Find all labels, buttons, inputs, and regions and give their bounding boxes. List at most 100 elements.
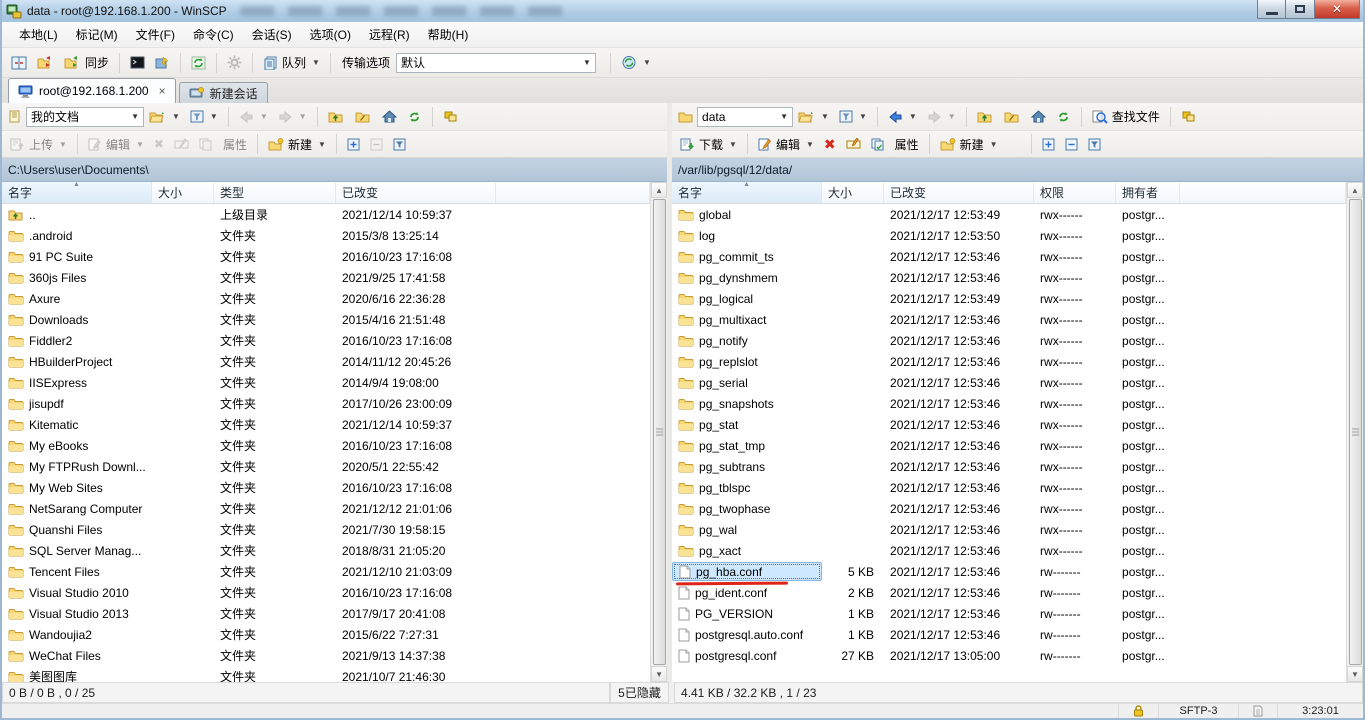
minimize-button[interactable] <box>1257 0 1286 19</box>
remote-file-row[interactable]: pg_dynshmem2021/12/17 12:53:46rwx------p… <box>672 267 1346 288</box>
local-path-bar[interactable]: C:\Users\user\Documents\ <box>2 158 667 182</box>
local-file-row[interactable]: Axure文件夹2020/6/16 22:36:28 <box>2 288 650 309</box>
remote-file-row[interactable]: pg_replslot2021/12/17 12:53:46rwx------p… <box>672 351 1346 372</box>
remote-file-row[interactable]: pg_stat_tmp2021/12/17 12:53:46rwx------p… <box>672 435 1346 456</box>
local-header-name[interactable]: 名字▲ <box>2 182 152 203</box>
remote-file-row[interactable]: pg_serial2021/12/17 12:53:46rwx------pos… <box>672 372 1346 393</box>
local-file-row[interactable]: Visual Studio 2013文件夹2017/9/17 20:41:08 <box>2 603 650 624</box>
remote-filter-toggle-button[interactable] <box>1083 135 1106 154</box>
remote-file-row[interactable]: pg_logical2021/12/17 12:53:49rwx------po… <box>672 288 1346 309</box>
scroll-down-icon[interactable]: ▼ <box>1347 666 1363 682</box>
layout-button[interactable] <box>6 53 32 73</box>
tab-session-root[interactable]: root@192.168.1.200 × <box>8 78 176 103</box>
local-file-row[interactable]: 91 PC Suite文件夹2016/10/23 17:16:08 <box>2 246 650 267</box>
scroll-up-icon[interactable]: ▲ <box>1347 182 1363 198</box>
remote-back-button[interactable]: ▼ <box>883 108 922 126</box>
remote-expand-button[interactable] <box>1037 135 1060 154</box>
local-file-row[interactable]: Downloads文件夹2015/4/16 21:51:48 <box>2 309 650 330</box>
scroll-thumb[interactable] <box>1349 199 1362 665</box>
remote-home-button[interactable] <box>1026 107 1051 126</box>
remote-file-row[interactable]: pg_tblspc2021/12/17 12:53:46rwx------pos… <box>672 477 1346 498</box>
local-file-row[interactable]: My Web Sites文件夹2016/10/23 17:16:08 <box>2 477 650 498</box>
terminal-button[interactable] <box>125 53 150 72</box>
remote-collapse-button[interactable] <box>1060 135 1083 154</box>
local-directory-combo[interactable]: 我的文档 ▼ <box>26 107 144 127</box>
remote-filter-button[interactable]: ▼ <box>834 107 872 126</box>
remote-file-row[interactable]: PG_VERSION1 KB2021/12/17 12:53:46rw-----… <box>672 603 1346 624</box>
local-properties-button[interactable]: 属性 <box>218 133 252 156</box>
remote-file-row[interactable]: pg_commit_ts2021/12/17 12:53:46rwx------… <box>672 246 1346 267</box>
local-file-row[interactable]: Fiddler2文件夹2016/10/23 17:16:08 <box>2 330 650 351</box>
local-file-row[interactable]: NetSarang Computer文件夹2021/12/12 21:01:06 <box>2 498 650 519</box>
menu-options[interactable]: 选项(O) <box>301 22 360 47</box>
remote-copy-session-icon[interactable] <box>1176 107 1201 126</box>
local-file-row[interactable]: 美图图库文件夹2021/10/7 21:46:30 <box>2 666 650 682</box>
remote-file-row[interactable]: pg_subtrans2021/12/17 12:53:46rwx------p… <box>672 456 1346 477</box>
session-sync-button[interactable]: ▼ <box>616 52 656 73</box>
local-file-row[interactable]: 360js Files文件夹2021/9/25 17:41:58 <box>2 267 650 288</box>
refresh-button[interactable] <box>186 53 211 73</box>
remote-header-changed[interactable]: 已改变 <box>884 182 1034 203</box>
local-file-row[interactable]: HBuilderProject文件夹2014/11/12 20:45:26 <box>2 351 650 372</box>
scroll-thumb[interactable] <box>653 199 666 665</box>
local-collapse-button[interactable] <box>365 135 388 154</box>
remote-file-row[interactable]: pg_xact2021/12/17 12:53:46rwx------postg… <box>672 540 1346 561</box>
local-header-type[interactable]: 类型 <box>214 182 336 203</box>
preferences-gear-icon[interactable] <box>222 52 247 73</box>
remote-refresh-button[interactable] <box>1051 107 1076 127</box>
remote-file-row[interactable]: postgresql.conf27 KB2021/12/17 13:05:00r… <box>672 645 1346 666</box>
local-copy-session-icon[interactable] <box>438 107 463 126</box>
transfer-preset-combo[interactable]: 默认 ▼ <box>396 53 596 73</box>
remote-rename-icon[interactable] <box>841 135 866 153</box>
menu-command[interactable]: 命令(C) <box>184 22 243 47</box>
remote-file-row[interactable]: pg_twophase2021/12/17 12:53:46rwx------p… <box>672 498 1346 519</box>
restore-button[interactable] <box>1286 0 1315 19</box>
remote-file-row[interactable]: pg_snapshots2021/12/17 12:53:46rwx------… <box>672 393 1346 414</box>
menu-file[interactable]: 文件(F) <box>127 22 184 47</box>
local-open-directory-button[interactable]: ▼ <box>144 107 185 126</box>
local-forward-button[interactable]: ▼ <box>273 108 312 126</box>
local-file-row[interactable]: Visual Studio 2010文件夹2016/10/23 17:16:08 <box>2 582 650 603</box>
local-back-button[interactable]: ▼ <box>234 108 273 126</box>
tab-close-icon[interactable]: × <box>159 84 166 98</box>
local-home-button[interactable] <box>377 107 402 126</box>
local-filter-toggle-button[interactable] <box>388 135 411 154</box>
remote-file-row-selected[interactable]: pg_hba.conf5 KB2021/12/17 12:53:46rw----… <box>672 561 1346 582</box>
local-file-row[interactable]: SQL Server Manag...文件夹2018/8/31 21:05:20 <box>2 540 650 561</box>
local-file-row[interactable]: My FTPRush Downl...文件夹2020/5/1 22:55:42 <box>2 456 650 477</box>
remote-file-row[interactable]: postgresql.auto.conf1 KB2021/12/17 12:53… <box>672 624 1346 645</box>
remote-file-row[interactable]: pg_notify2021/12/17 12:53:46rwx------pos… <box>672 330 1346 351</box>
menu-remote[interactable]: 远程(R) <box>360 22 419 47</box>
remote-header-size[interactable]: 大小 <box>822 182 884 203</box>
remote-file-row[interactable]: pg_wal2021/12/17 12:53:46rwx------postgr… <box>672 519 1346 540</box>
download-button[interactable]: 下载▼ <box>675 133 742 156</box>
add-extension-button[interactable] <box>150 53 175 72</box>
local-file-row[interactable]: Quanshi Files文件夹2021/7/30 19:58:15 <box>2 519 650 540</box>
local-refresh-button[interactable] <box>402 107 427 127</box>
remote-header-rights[interactable]: 权限 <box>1034 182 1116 203</box>
local-file-row[interactable]: Kitematic文件夹2021/12/14 10:59:37 <box>2 414 650 435</box>
remote-forward-button[interactable]: ▼ <box>922 108 961 126</box>
remote-file-row[interactable]: global2021/12/17 12:53:49rwx------postgr… <box>672 204 1346 225</box>
local-header-changed[interactable]: 已改变 <box>336 182 496 203</box>
remote-duplicate-icon[interactable] <box>866 135 890 154</box>
queue-button[interactable]: 队列 ▼ <box>258 51 325 74</box>
local-duplicate-icon[interactable] <box>194 135 218 154</box>
remote-file-row[interactable]: log2021/12/17 12:53:50rwx------postgr... <box>672 225 1346 246</box>
local-header-size[interactable]: 大小 <box>152 182 214 203</box>
remote-parent-directory-button[interactable] <box>972 107 999 126</box>
remote-delete-icon[interactable]: ✖ <box>819 133 841 156</box>
local-file-row[interactable]: .android文件夹2015/3/8 13:25:14 <box>2 225 650 246</box>
close-button[interactable]: ✕ <box>1315 0 1360 19</box>
remote-header-name[interactable]: 名字▲ <box>672 182 822 203</box>
local-rename-icon[interactable] <box>169 135 194 153</box>
local-file-row[interactable]: Wandoujia2文件夹2015/6/22 7:27:31 <box>2 624 650 645</box>
local-file-row[interactable]: WeChat Files文件夹2021/9/13 14:37:38 <box>2 645 650 666</box>
menu-help[interactable]: 帮助(H) <box>419 22 478 47</box>
local-new-button[interactable]: 新建▼ <box>263 133 331 156</box>
local-file-row[interactable]: Tencent Files文件夹2021/12/10 21:03:09 <box>2 561 650 582</box>
menu-session[interactable]: 会话(S) <box>243 22 301 47</box>
remote-path-bar[interactable]: /var/lib/pgsql/12/data/ <box>672 158 1363 182</box>
local-scrollbar[interactable]: ▲ ▼ <box>650 182 667 682</box>
local-filter-button[interactable]: ▼ <box>185 107 223 126</box>
